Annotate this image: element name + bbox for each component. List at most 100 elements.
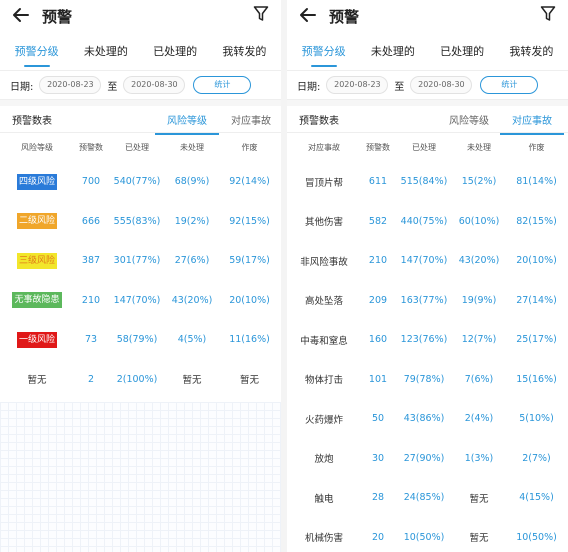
- tab-unhandled[interactable]: 未处理的: [367, 37, 419, 65]
- tab-bar: 预警分级 未处理的 已处理的 我转发的: [287, 34, 568, 68]
- voided-cell: 4(15%): [519, 492, 554, 504]
- table-row[interactable]: 火药爆炸 50 43(86%) 2(4%) 5(10%): [287, 399, 568, 439]
- back-arrow-icon[interactable]: [10, 4, 32, 26]
- column-header: 作废: [241, 143, 258, 152]
- unhandled-cell: 7(6%): [464, 373, 494, 385]
- date-from-input[interactable]: 2020-08-23: [39, 76, 102, 94]
- category-cell: 冒顶片帮: [304, 177, 343, 189]
- tab-handled[interactable]: 已处理的: [149, 37, 201, 65]
- tab-warning-level[interactable]: 预警分级: [11, 37, 63, 67]
- tab-unhandled[interactable]: 未处理的: [80, 37, 132, 65]
- subtab-risk-level[interactable]: 风险等级: [155, 108, 219, 135]
- voided-cell: 15(16%): [516, 373, 557, 385]
- column-header: 未处理: [467, 143, 491, 152]
- filter-icon[interactable]: [253, 5, 269, 23]
- handled-cell: 440(75%): [400, 215, 448, 227]
- count-cell: 28: [371, 492, 385, 504]
- count-cell: 209: [368, 294, 388, 306]
- table-row[interactable]: 四级风险 700 540(77%) 68(9%) 92(14%): [0, 162, 281, 202]
- subtab-risk-level[interactable]: 风险等级: [447, 108, 491, 131]
- category-cell: 触电: [314, 493, 334, 505]
- handled-cell: 163(77%): [400, 294, 448, 306]
- tab-handled[interactable]: 已处理的: [436, 37, 488, 65]
- date-label: 日期:: [297, 81, 321, 93]
- table-row[interactable]: 暂无 2 2(100%) 暂无 暂无: [0, 360, 281, 400]
- handled-cell: 10(50%): [403, 531, 445, 543]
- table-row[interactable]: 冒顶片帮 611 515(84%) 15(2%) 81(14%): [287, 162, 568, 202]
- tab-warning-level[interactable]: 预警分级: [298, 37, 350, 67]
- to-label: 至: [107, 81, 118, 93]
- column-header: 预警数: [366, 143, 390, 152]
- count-cell: 666: [81, 215, 101, 227]
- table-row[interactable]: 触电 28 24(85%) 暂无 4(15%): [287, 478, 568, 518]
- page-title: 预警: [42, 8, 73, 26]
- app-bar: 预警: [287, 0, 568, 34]
- unhandled-cell: 2(4%): [464, 413, 494, 425]
- unhandled-cell: 12(7%): [461, 334, 497, 346]
- unhandled-cell: 19(2%): [174, 215, 210, 227]
- tab-forwarded[interactable]: 我转发的: [505, 37, 557, 65]
- to-label: 至: [394, 81, 405, 93]
- risk-level-badge: 二级风险: [16, 213, 57, 230]
- category-cell: 机械伤害: [304, 533, 343, 545]
- unhandled-cell: 43(20%): [171, 294, 213, 306]
- table-row[interactable]: 高处坠落 209 163(77%) 19(9%) 27(14%): [287, 281, 568, 321]
- date-filter: 日期: 2020-08-23 至 2020-08-30 统计: [287, 70, 568, 100]
- table-row[interactable]: 放炮 30 27(90%) 1(3%) 2(7%): [287, 439, 568, 479]
- handled-cell: 147(70%): [113, 294, 161, 306]
- subtab-accident-type[interactable]: 对应事故: [229, 108, 273, 131]
- section-header: 预警数表 风险等级 对应事故: [0, 106, 281, 135]
- handled-cell: 27(90%): [403, 452, 445, 464]
- table-row[interactable]: 二级风险 666 555(83%) 19(2%) 92(15%): [0, 202, 281, 242]
- count-cell: 2: [87, 373, 95, 385]
- unhandled-cell: 1(3%): [464, 452, 494, 464]
- count-cell: 73: [84, 334, 98, 346]
- column-header: 预警数: [79, 143, 103, 152]
- risk-level-badge: 无事故隐患: [12, 292, 62, 309]
- back-arrow-icon[interactable]: [297, 4, 319, 26]
- category-cell: 高处坠落: [304, 296, 343, 308]
- date-from-input[interactable]: 2020-08-23: [326, 76, 389, 94]
- voided-cell: 81(14%): [516, 176, 557, 188]
- table-row[interactable]: 中毒和窒息 160 123(76%) 12(7%) 25(17%): [287, 320, 568, 360]
- filter-icon[interactable]: [540, 5, 556, 23]
- table-row[interactable]: 无事故隐患 210 147(70%) 43(20%) 20(10%): [0, 281, 281, 321]
- empty-area: [0, 402, 281, 552]
- voided-cell: 暂无: [239, 375, 259, 387]
- handled-cell: 2(100%): [116, 373, 158, 385]
- voided-cell: 82(15%): [516, 215, 557, 227]
- table-row[interactable]: 物体打击 101 79(78%) 7(6%) 15(16%): [287, 360, 568, 400]
- category-cell: 非风险事故: [300, 256, 348, 268]
- tab-forwarded[interactable]: 我转发的: [218, 37, 270, 65]
- section-title: 预警数表: [12, 115, 52, 127]
- statistics-button[interactable]: 统计: [480, 76, 539, 94]
- column-header: 已处理: [125, 143, 149, 152]
- table-row[interactable]: 三级风险 387 301(77%) 27(6%) 59(17%): [0, 241, 281, 281]
- voided-cell: 59(17%): [229, 255, 270, 267]
- date-to-input[interactable]: 2020-08-30: [410, 76, 473, 94]
- statistics-button[interactable]: 统计: [193, 76, 252, 94]
- count-cell: 20: [371, 531, 385, 543]
- category-cell: 火药爆炸: [304, 414, 343, 426]
- count-cell: 700: [81, 176, 101, 188]
- table-row[interactable]: 机械伤害 20 10(50%) 暂无 10(50%): [287, 518, 568, 552]
- handled-cell: 24(85%): [403, 492, 445, 504]
- count-cell: 387: [81, 255, 101, 267]
- handled-cell: 58(79%): [116, 334, 158, 346]
- table-row[interactable]: 其他伤害 582 440(75%) 60(10%) 82(15%): [287, 202, 568, 242]
- subtab-accident-type[interactable]: 对应事故: [500, 108, 564, 135]
- table-body: 四级风险 700 540(77%) 68(9%) 92(14%) 二级风险 66…: [0, 162, 281, 399]
- category-cell: 中毒和窒息: [300, 335, 348, 347]
- unhandled-cell: 4(5%): [177, 334, 207, 346]
- column-header: 作废: [528, 143, 545, 152]
- risk-level-badge: 一级风险: [16, 331, 57, 348]
- voided-cell: 20(10%): [516, 255, 557, 267]
- section-title: 预警数表: [299, 115, 339, 127]
- table-row[interactable]: 一级风险 73 58(79%) 4(5%) 11(16%): [0, 320, 281, 360]
- table-row[interactable]: 非风险事故 210 147(70%) 43(20%) 20(10%): [287, 241, 568, 281]
- column-header: 未处理: [180, 143, 204, 152]
- date-to-input[interactable]: 2020-08-30: [123, 76, 186, 94]
- voided-cell: 10(50%): [516, 531, 557, 543]
- count-cell: 210: [81, 294, 101, 306]
- unhandled-cell: 60(10%): [458, 215, 500, 227]
